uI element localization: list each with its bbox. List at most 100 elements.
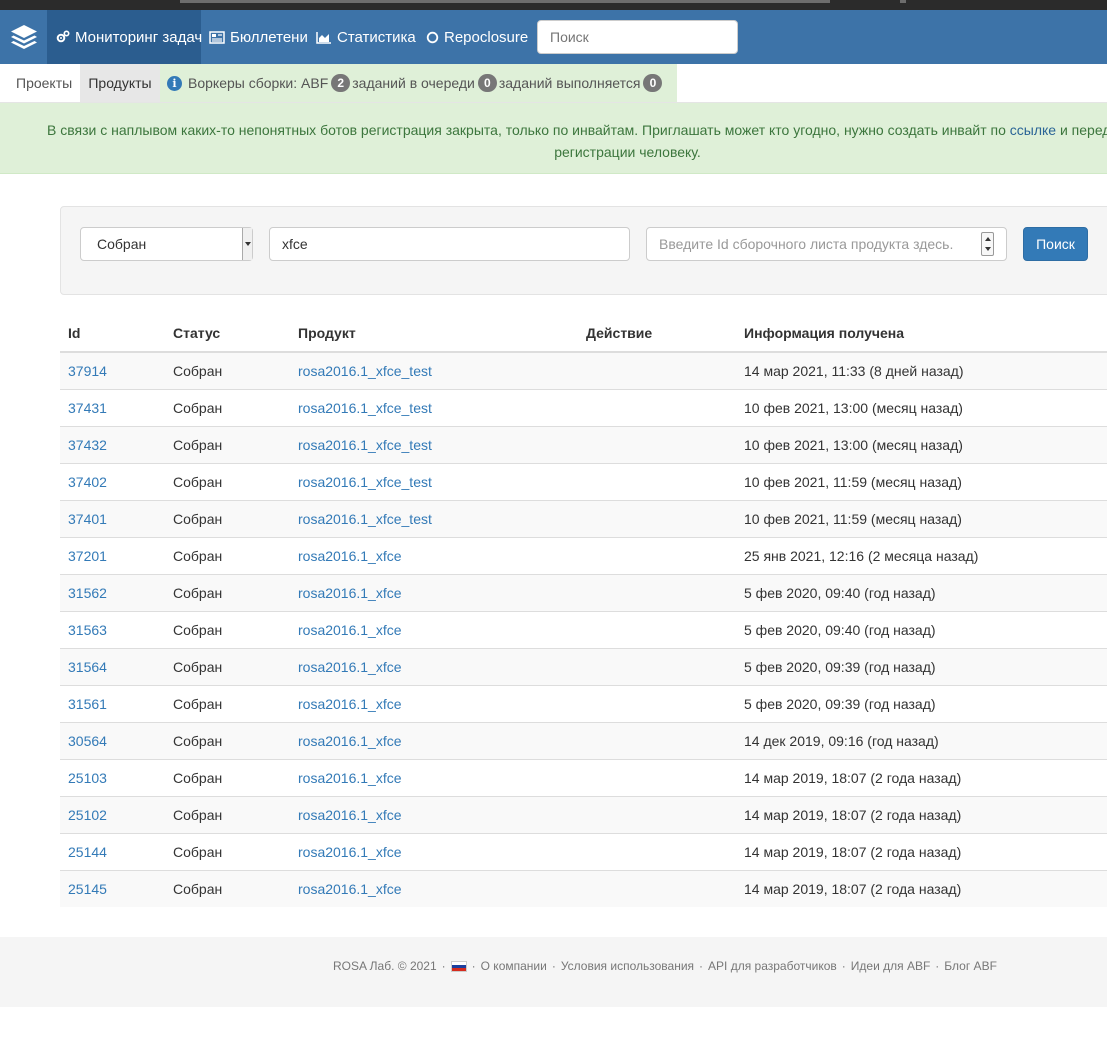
table-header-row: Id Статус Продукт Действие Информация по…: [60, 315, 1107, 353]
row-action: [578, 795, 736, 833]
row-id-link[interactable]: 31563: [68, 622, 107, 638]
row-action: [578, 647, 736, 685]
row-id-link[interactable]: 25102: [68, 807, 107, 823]
row-product-link[interactable]: rosa2016.1_xfce: [298, 770, 402, 786]
column-header-info[interactable]: Информация получена: [736, 315, 1107, 353]
row-id-link[interactable]: 37432: [68, 437, 107, 453]
gears-icon: [56, 30, 70, 43]
footer-link-about[interactable]: О компании: [481, 959, 547, 973]
table-row: 37402 Собран rosa2016.1_xfce_test 10 фев 20…: [60, 462, 1107, 500]
row-info: 14 дек 2019, 09:16 (год назад): [736, 721, 1107, 759]
row-id-link[interactable]: 25144: [68, 844, 107, 860]
row-id: 31564: [60, 647, 165, 685]
footer-link-ideas[interactable]: Идеи для ABF: [851, 959, 931, 973]
row-info: 5 фев 2020, 09:40 (год назад): [736, 573, 1107, 611]
row-product-link[interactable]: rosa2016.1_xfce: [298, 733, 402, 749]
footer-link-blog[interactable]: Блог ABF: [944, 959, 997, 973]
row-id: 37432: [60, 425, 165, 463]
row-id: 37401: [60, 499, 165, 537]
column-header-action: Действие: [578, 315, 736, 353]
navbar-search-input[interactable]: [537, 20, 738, 54]
row-product-link[interactable]: rosa2016.1_xfce: [298, 881, 402, 897]
row-id: 25144: [60, 832, 165, 870]
table-row: 25102 Собран rosa2016.1_xfce 14 мар 2019, 1…: [60, 795, 1107, 833]
table-row: 25145 Собран rosa2016.1_xfce 14 мар 2019, 1…: [60, 869, 1107, 907]
row-product: rosa2016.1_xfce_test: [290, 388, 578, 426]
row-product-link[interactable]: rosa2016.1_xfce_test: [298, 363, 432, 379]
row-action: [578, 351, 736, 389]
row-product-link[interactable]: rosa2016.1_xfce_test: [298, 474, 432, 490]
row-product-link[interactable]: rosa2016.1_xfce: [298, 659, 402, 675]
browser-chrome-bar: [180, 0, 830, 3]
row-id-link[interactable]: 37401: [68, 511, 107, 527]
row-product: rosa2016.1_xfce: [290, 536, 578, 574]
footer-separator: ·: [441, 959, 446, 973]
table-row: 25144 Собран rosa2016.1_xfce 14 мар 2019, 1…: [60, 832, 1107, 870]
row-product: rosa2016.1_xfce_test: [290, 499, 578, 537]
search-button[interactable]: Поиск: [1023, 227, 1088, 261]
russian-flag-icon[interactable]: [450, 960, 467, 972]
column-header-status[interactable]: Статус: [165, 315, 290, 353]
row-action: [578, 388, 736, 426]
row-product-link[interactable]: rosa2016.1_xfce: [298, 696, 402, 712]
row-status: Собран: [165, 647, 290, 685]
column-header-product[interactable]: Продукт: [290, 315, 578, 353]
nav-item-monitoring[interactable]: Мониторинг задач: [47, 10, 202, 64]
row-product-link[interactable]: rosa2016.1_xfce: [298, 844, 402, 860]
row-id-link[interactable]: 37402: [68, 474, 107, 490]
table-row: 31564 Собран rosa2016.1_xfce 5 фев 2020, 09…: [60, 647, 1107, 685]
status-select[interactable]: Собран: [80, 227, 253, 261]
row-status: Собран: [165, 832, 290, 870]
row-product: rosa2016.1_xfce: [290, 832, 578, 870]
chevron-down-icon[interactable]: [242, 228, 252, 260]
row-action: [578, 832, 736, 870]
alert-text: В связи с наплывом каких-то непонятных б…: [47, 122, 1010, 138]
row-product-link[interactable]: rosa2016.1_xfce: [298, 548, 402, 564]
row-id-link[interactable]: 31564: [68, 659, 107, 675]
row-id-link[interactable]: 37431: [68, 400, 107, 416]
row-info: 25 янв 2021, 12:16 (2 месяца назад): [736, 536, 1107, 574]
row-product-link[interactable]: rosa2016.1_xfce_test: [298, 511, 432, 527]
row-status: Собран: [165, 425, 290, 463]
table-row: 37401 Собран rosa2016.1_xfce_test 10 фев 20…: [60, 499, 1107, 537]
column-header-id[interactable]: Id: [60, 315, 165, 353]
logo-layers-icon[interactable]: [0, 10, 47, 64]
row-status: Собран: [165, 795, 290, 833]
row-id-link[interactable]: 31562: [68, 585, 107, 601]
row-product: rosa2016.1_xfce: [290, 869, 578, 907]
row-product-link[interactable]: rosa2016.1_xfce: [298, 585, 402, 601]
row-product-link[interactable]: rosa2016.1_xfce_test: [298, 400, 432, 416]
footer-link-api[interactable]: API для разработчиков: [708, 959, 837, 973]
product-search-input[interactable]: [269, 227, 630, 261]
row-status: Собран: [165, 610, 290, 648]
nav-item-bulletins[interactable]: Бюллетени: [209, 10, 308, 64]
row-id: 37402: [60, 462, 165, 500]
row-status: Собран: [165, 721, 290, 759]
row-id-link[interactable]: 25103: [68, 770, 107, 786]
row-id-link[interactable]: 30564: [68, 733, 107, 749]
table-row: 30564 Собран rosa2016.1_xfce 14 дек 2019, 0…: [60, 721, 1107, 759]
row-action: [578, 425, 736, 463]
nav-item-repoclosure[interactable]: Repoclosure: [426, 10, 528, 64]
row-id-link[interactable]: 25145: [68, 881, 107, 897]
row-info: 10 фев 2021, 13:00 (месяц назад): [736, 425, 1107, 463]
invite-link[interactable]: ссылке: [1010, 122, 1056, 138]
row-product-link[interactable]: rosa2016.1_xfce: [298, 807, 402, 823]
row-product-link[interactable]: rosa2016.1_xfce: [298, 622, 402, 638]
nav-item-statistics[interactable]: Статистика: [316, 10, 416, 64]
row-status: Собран: [165, 499, 290, 537]
row-action: [578, 610, 736, 648]
row-product: rosa2016.1_xfce: [290, 684, 578, 722]
row-id-link[interactable]: 37914: [68, 363, 107, 379]
tab-products[interactable]: Продукты: [80, 64, 160, 102]
filter-panel: Собран Введите Id сборочного листа проду…: [60, 206, 1107, 295]
row-id-link[interactable]: 31561: [68, 696, 107, 712]
tab-projects[interactable]: Проекты: [16, 64, 72, 102]
table-row: 37201 Собран rosa2016.1_xfce 25 янв 2021, 1…: [60, 536, 1107, 574]
row-product-link[interactable]: rosa2016.1_xfce_test: [298, 437, 432, 453]
footer-link-terms[interactable]: Условия использования: [561, 959, 694, 973]
build-list-id-input[interactable]: Введите Id сборочного листа продукта зде…: [646, 227, 1007, 261]
number-spinner-icon[interactable]: [981, 232, 994, 256]
row-id-link[interactable]: 37201: [68, 548, 107, 564]
row-product: rosa2016.1_xfce: [290, 721, 578, 759]
